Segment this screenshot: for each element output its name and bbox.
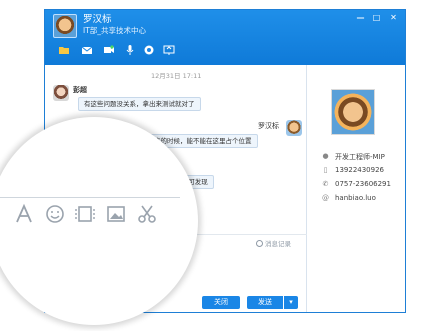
sender-avatar[interactable]: [53, 85, 69, 101]
close-icon[interactable]: ✕: [388, 13, 399, 23]
profile-avatar: [331, 89, 375, 135]
mail-icon[interactable]: [81, 44, 93, 56]
screenshot-icon[interactable]: [74, 203, 96, 225]
font-icon[interactable]: [14, 203, 36, 225]
contact-avatar[interactable]: [53, 14, 77, 38]
profile-email: hanbiao.luo: [335, 194, 376, 202]
mobile-icon: ▯: [323, 166, 328, 174]
message-bubble: 有这些问题没关系，拿出来测试就对了: [78, 97, 201, 111]
maximize-icon[interactable]: □: [371, 13, 382, 23]
contact-department: IT部_共享技术中心: [83, 26, 147, 35]
history-label: 消息记录: [265, 240, 291, 248]
title-bar: 罗汉标 IT部_共享技术中心 — □ ✕: [45, 10, 405, 65]
clock-icon: [256, 240, 263, 247]
profile-mobile: 13922430926: [335, 166, 384, 174]
self-avatar[interactable]: [286, 120, 302, 136]
screen-icon[interactable]: [163, 44, 175, 56]
self-name: 罗汉标: [258, 122, 279, 130]
message-date: 12月31日 17:11: [151, 72, 202, 80]
send-dropdown-button[interactable]: ▾: [284, 296, 298, 309]
settings-icon[interactable]: [143, 44, 155, 56]
profile-title: 开发工程师-MIP: [335, 153, 385, 161]
email-icon: @: [322, 194, 329, 202]
phone-icon: ✆: [322, 180, 329, 188]
cut-icon[interactable]: [136, 203, 158, 225]
folder-icon[interactable]: [58, 44, 70, 56]
app-stage: 罗汉标 IT部_共享技术中心 — □ ✕ 12月31日 17:11 彭超 有这些…: [0, 0, 431, 331]
image-icon[interactable]: [105, 203, 127, 225]
minimize-icon[interactable]: —: [355, 13, 366, 23]
emoji-icon[interactable]: [44, 203, 66, 225]
contact-name: 罗汉标: [83, 14, 112, 25]
sender-name: 彭超: [73, 86, 87, 94]
mic-icon[interactable]: [124, 44, 136, 56]
profile-pane: ● 开发工程师-MIP ▯ 13922430926 ✆ 0757-2360629…: [308, 65, 405, 312]
video-icon[interactable]: [103, 44, 115, 56]
magnifier-divider: [0, 197, 180, 198]
history-link[interactable]: 消息记录: [256, 238, 291, 248]
person-icon: ●: [322, 152, 329, 160]
profile-phone: 0757-23606291: [335, 180, 391, 188]
close-button[interactable]: 关闭: [202, 296, 240, 309]
send-button[interactable]: 发送: [247, 296, 283, 309]
